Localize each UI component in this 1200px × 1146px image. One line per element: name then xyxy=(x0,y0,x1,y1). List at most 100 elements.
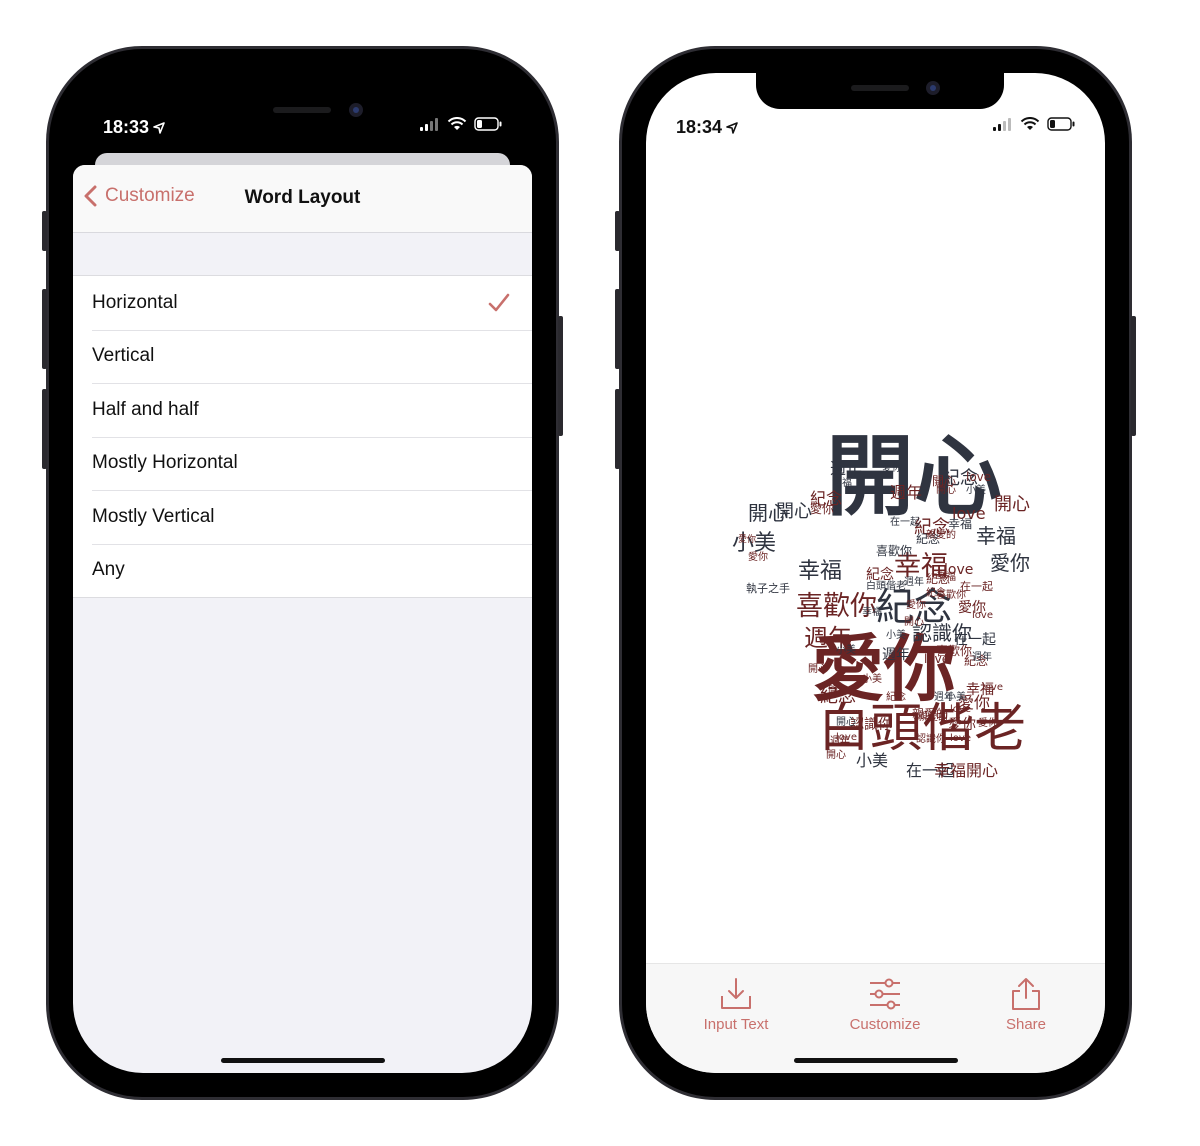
word-cloud-word: 週年 xyxy=(904,577,924,588)
layout-option-row[interactable]: Horizontal xyxy=(73,276,532,330)
battery-icon xyxy=(474,117,502,131)
word-cloud-word: 愛你 xyxy=(748,552,768,563)
word-cloud-word: 親愛的 xyxy=(918,712,948,723)
phone-left: 18:33 Customize Word Layout Horizontal Ve… xyxy=(42,46,563,1100)
cellular-signal-icon xyxy=(993,117,1011,131)
word-cloud-word: 執子之手 xyxy=(746,582,790,595)
layout-option-row[interactable]: Mostly Vertical xyxy=(73,490,532,544)
word-cloud-word: 親愛的 xyxy=(926,530,956,541)
word-cloud-word: 週年 xyxy=(830,736,850,747)
word-cloud-word: 紀念 xyxy=(926,572,951,586)
layout-option-label: Horizontal xyxy=(92,291,178,313)
status-icons xyxy=(993,117,1075,131)
word-cloud-word: 小美 xyxy=(966,485,986,496)
status-time: 18:33 xyxy=(103,117,165,138)
word-cloud-word: 白頭偕老 xyxy=(866,581,906,592)
layout-option-row[interactable]: Mostly Horizontal xyxy=(73,436,532,491)
word-cloud-word: 週年 xyxy=(972,652,992,663)
layout-option-label: Mostly Horizontal xyxy=(92,452,238,474)
word-cloud-word: 愛你 xyxy=(978,718,998,729)
word-cloud-word: 幸福 xyxy=(832,478,852,489)
location-arrow-icon xyxy=(726,122,738,134)
word-cloud-word: 開心 xyxy=(994,494,1030,515)
word-cloud-word: 開心 xyxy=(828,686,848,697)
word-cloud-word: 幸福 xyxy=(798,559,843,584)
home-indicator[interactable] xyxy=(793,1058,958,1063)
volume-up-button xyxy=(42,289,47,369)
word-cloud-word: 週年 xyxy=(830,459,863,478)
status-time: 18:34 xyxy=(676,117,738,138)
word-cloud-word: 開心 xyxy=(836,717,856,728)
word-cloud-word: 小美 xyxy=(836,645,856,656)
screen-left: 18:33 Customize Word Layout Horizontal Ve… xyxy=(73,73,532,1073)
word-cloud-word: 幸福 xyxy=(948,517,973,531)
word-cloud-word: 開心 xyxy=(808,664,828,675)
side-button xyxy=(558,316,563,436)
word-cloud-word: 週年 xyxy=(934,692,954,703)
word-cloud-word: 喜歡你 xyxy=(936,644,973,658)
input-text-button[interactable]: Input Text xyxy=(676,976,796,1033)
word-cloud-word: 愛你 xyxy=(882,463,902,474)
mute-switch xyxy=(42,211,47,251)
word-cloud-word: love xyxy=(966,470,992,484)
word-cloud-word: 開心 xyxy=(904,617,924,628)
checkmark-icon xyxy=(488,293,510,312)
home-indicator[interactable] xyxy=(220,1058,385,1063)
word-cloud-word: 在一起 xyxy=(890,517,920,528)
customize-label: Customize xyxy=(849,1016,921,1033)
word-cloud-word: 週年 xyxy=(882,647,910,663)
word-cloud-word: 認識你 xyxy=(850,717,892,733)
side-button xyxy=(1131,316,1136,436)
layout-option-row[interactable]: Any xyxy=(73,543,532,598)
word-cloud-word: 開心 xyxy=(936,485,956,496)
word-cloud-word: 愛你 xyxy=(948,717,976,733)
word-cloud-word: 愛你 xyxy=(906,600,926,611)
cellular-signal-icon xyxy=(420,117,438,131)
share-button[interactable]: Share xyxy=(966,976,1086,1033)
status-bar: 18:33 xyxy=(73,73,532,143)
sliders-icon xyxy=(870,978,900,1010)
word-cloud-word: love xyxy=(950,733,971,744)
share-icon xyxy=(1012,978,1040,1010)
word-cloud-word: 週年 xyxy=(890,483,923,502)
battery-icon xyxy=(1047,117,1075,131)
status-icons xyxy=(420,117,502,131)
word-cloud-word: 紀念 xyxy=(866,567,894,583)
layout-option-label: Half and half xyxy=(92,398,199,420)
word-cloud-word: 開心 xyxy=(966,761,999,780)
share-label: Share xyxy=(1005,1016,1047,1033)
word-cloud-word: 紀念 xyxy=(886,692,906,703)
word-cloud-word: 小美 xyxy=(886,630,906,641)
word-cloud-word: 紀念 xyxy=(926,588,946,599)
word-cloud-word: 愛你 xyxy=(738,535,757,545)
volume-down-button xyxy=(615,389,620,469)
layout-option-row[interactable]: Vertical xyxy=(73,329,532,384)
volume-up-button xyxy=(615,289,620,369)
word-cloud-word: 開心 xyxy=(776,501,812,522)
layout-option-row[interactable]: Half and half xyxy=(73,383,532,437)
customize-button[interactable]: Customize xyxy=(825,976,945,1033)
bottom-toolbar: Input Text Customize Share xyxy=(646,963,1105,1073)
word-cloud-word: 愛你 xyxy=(810,502,835,516)
page-title: Word Layout xyxy=(244,187,361,208)
word-cloud: 開心 愛你 白頭偕老 紀念 喜歡你 幸福 認識你 週年 小美 開心 幸福 愛你 紀念 週年 開心 週年 紀念 lo… xyxy=(726,393,1036,779)
word-cloud-word: 認識你 xyxy=(916,734,946,745)
mute-switch xyxy=(615,211,620,251)
word-cloud-word: love xyxy=(972,610,993,621)
word-cloud-word: love xyxy=(950,704,971,715)
location-arrow-icon xyxy=(153,122,165,134)
layout-option-label: Any xyxy=(92,559,125,581)
wifi-icon xyxy=(447,117,467,130)
layout-options-list: Horizontal Vertical Half and half Mostly Ho… xyxy=(73,275,532,598)
phone-bezel: 18:34 開心 愛你 白頭偕老 紀念 喜歡你 幸福 認識你 週年 小美 開心 幸福 愛你 紀念 週年 開心… xyxy=(622,49,1129,1097)
wifi-icon xyxy=(1020,117,1040,130)
word-cloud-word: 小美 xyxy=(862,674,882,685)
volume-down-button xyxy=(42,389,47,469)
word-cloud-word: 小美 xyxy=(856,751,889,770)
word-cloud-word: 喜歡你 xyxy=(876,544,913,558)
word-cloud-word: 幸福 xyxy=(862,607,882,618)
layout-option-label: Mostly Vertical xyxy=(92,505,215,527)
status-bar: 18:34 xyxy=(646,73,1105,143)
phone-right: 18:34 開心 愛你 白頭偕老 紀念 喜歡你 幸福 認識你 週年 小美 開心 幸福 愛你 紀念 週年 開心… xyxy=(615,46,1136,1100)
word-cloud-word: love xyxy=(982,682,1003,693)
